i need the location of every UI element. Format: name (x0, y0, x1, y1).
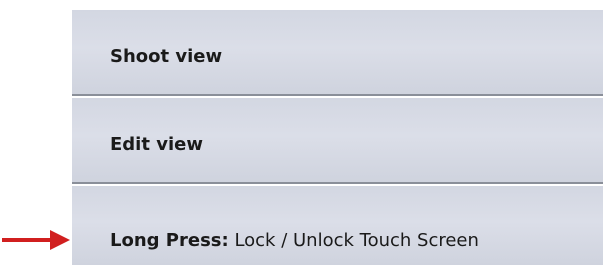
settings-menu-panel: Shoot view Edit view Long Press: Lock / … (72, 0, 603, 265)
menu-item-label: Shoot view (110, 46, 223, 67)
long-press-description: Lock / Unlock Touch Screen (228, 230, 479, 251)
menu-item-label: Long Press: Lock / Unlock Touch Screen (110, 230, 479, 251)
long-press-prefix: Long Press: (110, 230, 229, 251)
menu-item-label: Edit view (110, 134, 203, 155)
menu-item-edit-view[interactable]: Edit view (72, 98, 603, 184)
menu-item-long-press[interactable]: Long Press: Lock / Unlock Touch Screen (72, 186, 603, 265)
right-arrow-icon (2, 230, 70, 250)
menu-item-shoot-view[interactable]: Shoot view (72, 10, 603, 96)
